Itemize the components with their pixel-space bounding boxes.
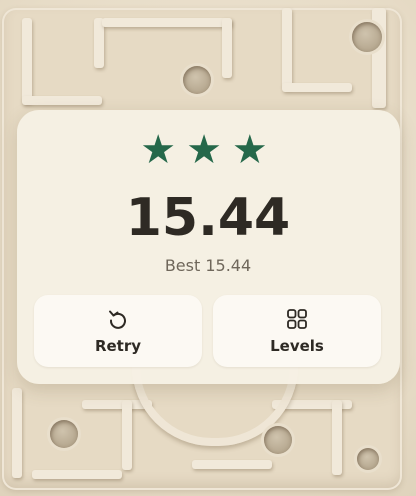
maze-wall — [282, 83, 352, 92]
maze-hole — [357, 448, 379, 470]
retry-label: Retry — [94, 337, 142, 355]
retry-button[interactable]: Retry — [34, 295, 202, 367]
maze-wall — [12, 388, 22, 478]
star-rating: ★★★ — [0, 128, 416, 172]
maze-wall — [102, 18, 232, 27]
maze-hole — [183, 66, 211, 94]
levels-label: Levels — [270, 337, 324, 355]
star-icon: ★ — [186, 127, 230, 173]
maze-wall — [222, 18, 232, 78]
maze-wall — [22, 96, 102, 105]
maze-wall — [332, 400, 342, 475]
maze-hole — [264, 426, 292, 454]
maze-wall — [32, 470, 122, 479]
levels-grid-icon — [213, 307, 381, 333]
best-time: Best 15.44 — [164, 256, 252, 275]
maze-hole — [50, 420, 78, 448]
levels-button[interactable]: Levels — [213, 295, 381, 367]
maze-wall — [282, 8, 292, 88]
maze-wall — [192, 460, 272, 469]
star-icon: ★ — [140, 127, 185, 173]
star-icon: ★ — [231, 127, 276, 173]
maze-wall — [122, 400, 132, 470]
completion-time: 15.44 — [125, 188, 291, 248]
retry-icon — [34, 307, 202, 333]
game-scene: ★★★ 15.44 Best 15.44 Retry Levels — [0, 0, 416, 496]
maze-wall — [22, 18, 32, 103]
maze-hole — [352, 22, 382, 52]
